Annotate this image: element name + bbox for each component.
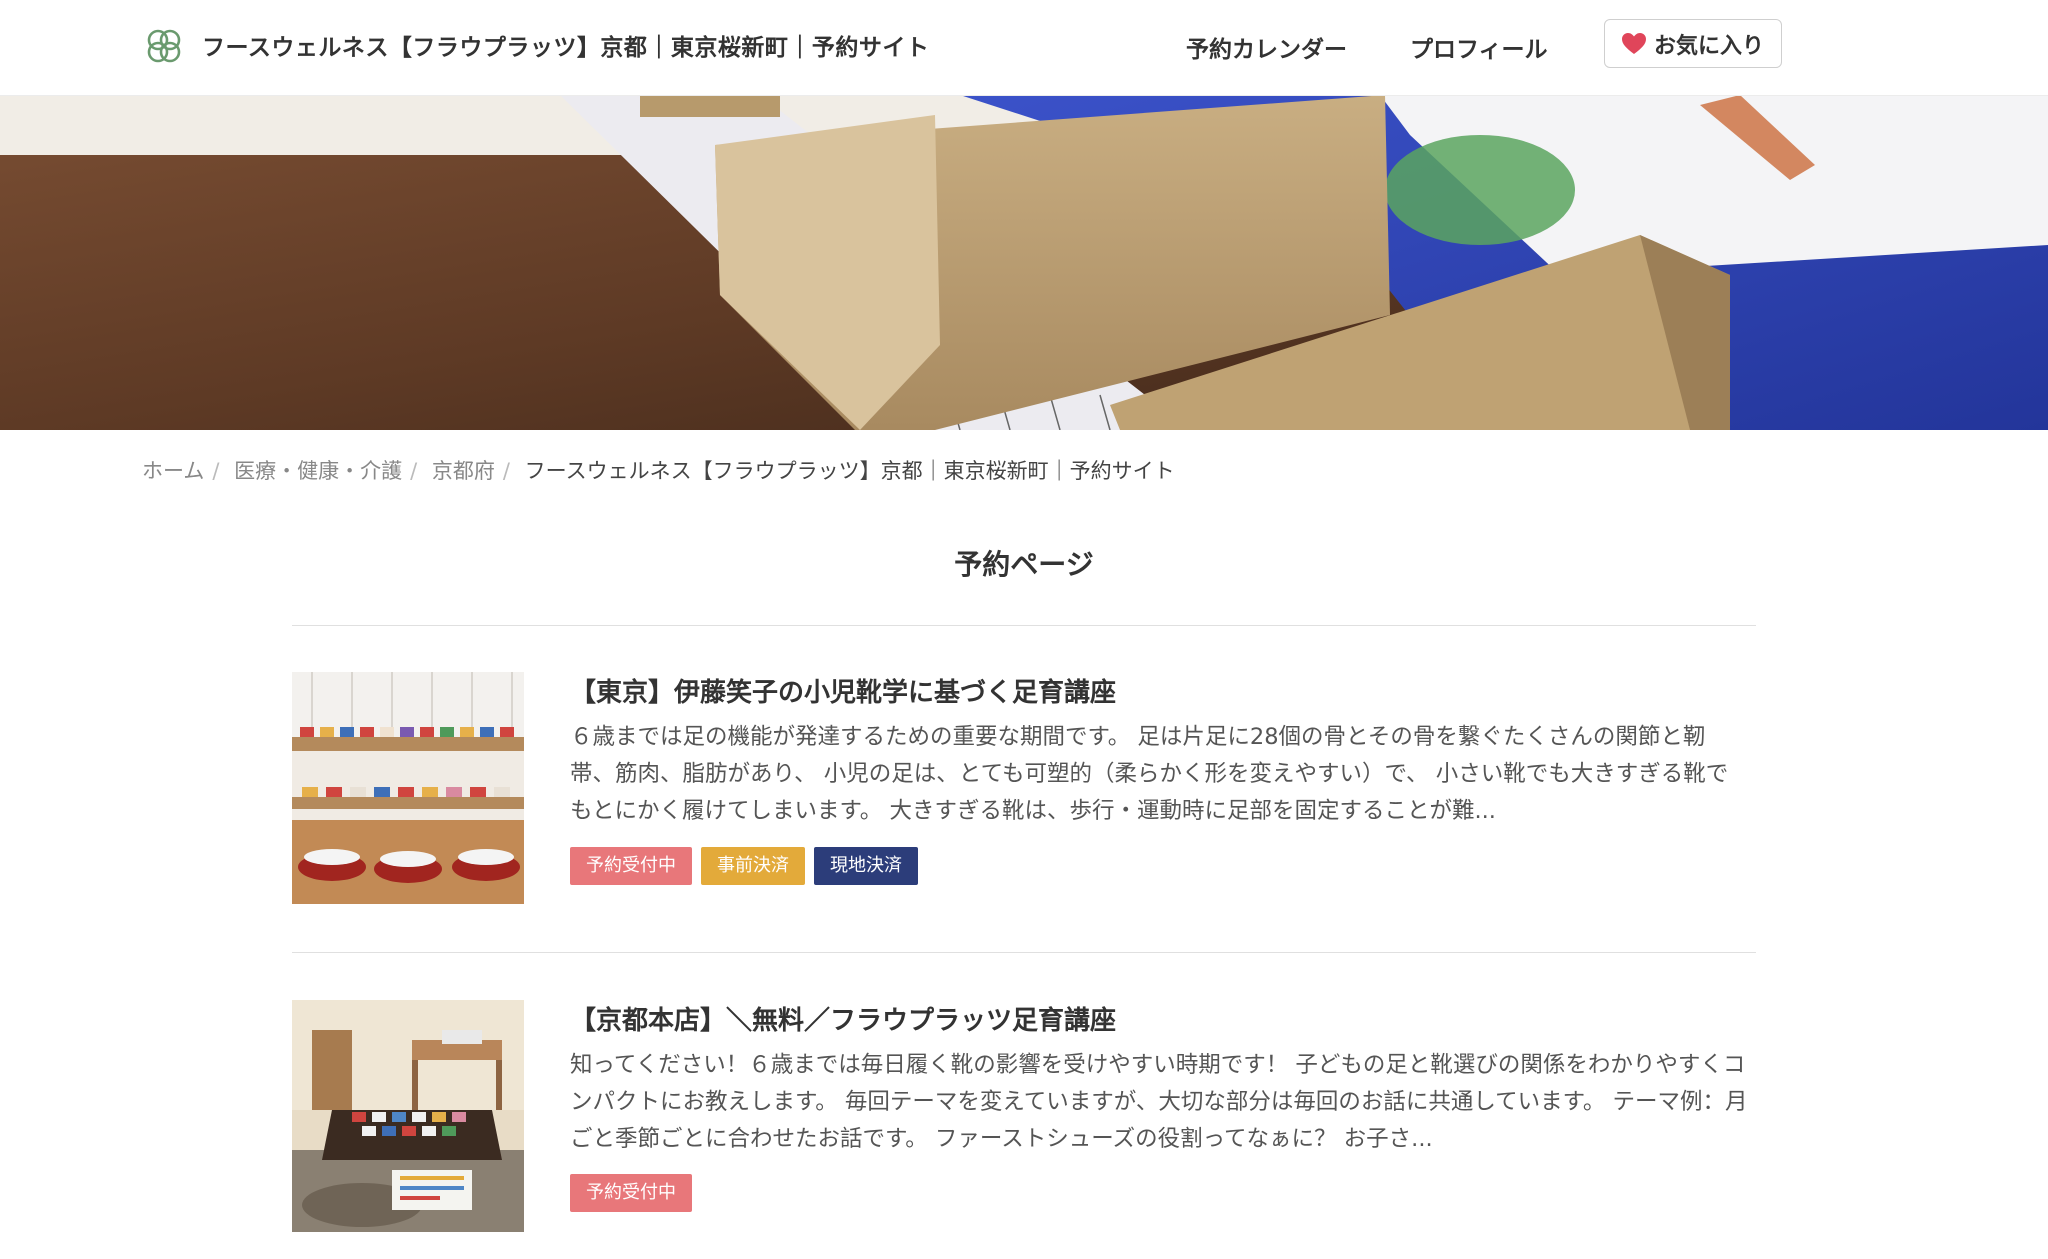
nav-calendar-link[interactable]: 予約カレンダー [1186, 30, 1347, 64]
favorite-button[interactable]: お気に入り [1604, 19, 1782, 68]
item-description: 知ってください！６歳までは毎日履く靴の影響を受けやすい時期です！ 子どもの足と靴… [570, 1052, 1748, 1152]
item-thumbnail[interactable] [292, 1000, 524, 1232]
favorite-button-label: お気に入り [1653, 33, 1764, 59]
nav-profile-link[interactable]: プロフィール [1410, 30, 1548, 64]
item-description: ６歳までは足の機能が発達するための重要な期間です。 足は片足に28個の骨とその骨… [570, 724, 1729, 824]
heart-icon [1621, 32, 1646, 54]
breadcrumb-region[interactable]: 京都府 [432, 459, 495, 483]
divider [292, 625, 1756, 626]
list-item: 【京都本店】＼無料／フラウプラッツ足育講座 知ってください！６歳までは毎日履く靴… [292, 1000, 1756, 1259]
onsite-pay-badge: 現地決済 [814, 847, 918, 885]
site-title[interactable]: フースウェルネス【フラウプラッツ】京都｜東京桜新町｜予約サイト [202, 28, 929, 62]
item-tags: 予約受付中 [570, 1174, 692, 1212]
status-badge: 予約受付中 [570, 1174, 692, 1212]
breadcrumb-category[interactable]: 医療・健康・介護 [234, 459, 402, 483]
site-header: フースウェルネス【フラウプラッツ】京都｜東京桜新町｜予約サイト 予約カレンダー … [0, 0, 2048, 96]
breadcrumb-home[interactable]: ホーム [142, 459, 204, 483]
item-title[interactable]: 【京都本店】＼無料／フラウプラッツ足育講座 [570, 1000, 1116, 1037]
item-title[interactable]: 【東京】伊藤笑子の小児靴学に基づく足育講座 [570, 672, 1116, 709]
status-badge: 予約受付中 [570, 847, 692, 885]
item-tags: 予約受付中 事前決済 現地決済 [570, 847, 918, 885]
item-thumbnail[interactable] [292, 672, 524, 904]
breadcrumb: ホーム / 医療・健康・介護 / 京都府 / フースウェルネス【フラウプラッツ】京都｜… [142, 459, 1175, 483]
list-item: 【東京】伊藤笑子の小児靴学に基づく足育講座 ６歳までは足の機能が発達するための重… [292, 672, 1756, 907]
breadcrumb-current: フースウェルネス【フラウプラッツ】京都｜東京桜新町｜予約サイト [524, 459, 1175, 483]
divider [292, 952, 1756, 953]
page-title: 予約ページ [954, 548, 1094, 581]
prepay-badge: 事前決済 [701, 847, 805, 885]
knot-logo-icon[interactable] [142, 24, 186, 68]
hero-image: 50 40 30 20 [0, 95, 2048, 430]
hero-foot-measure-illustration: 50 40 30 20 [0, 95, 2048, 430]
